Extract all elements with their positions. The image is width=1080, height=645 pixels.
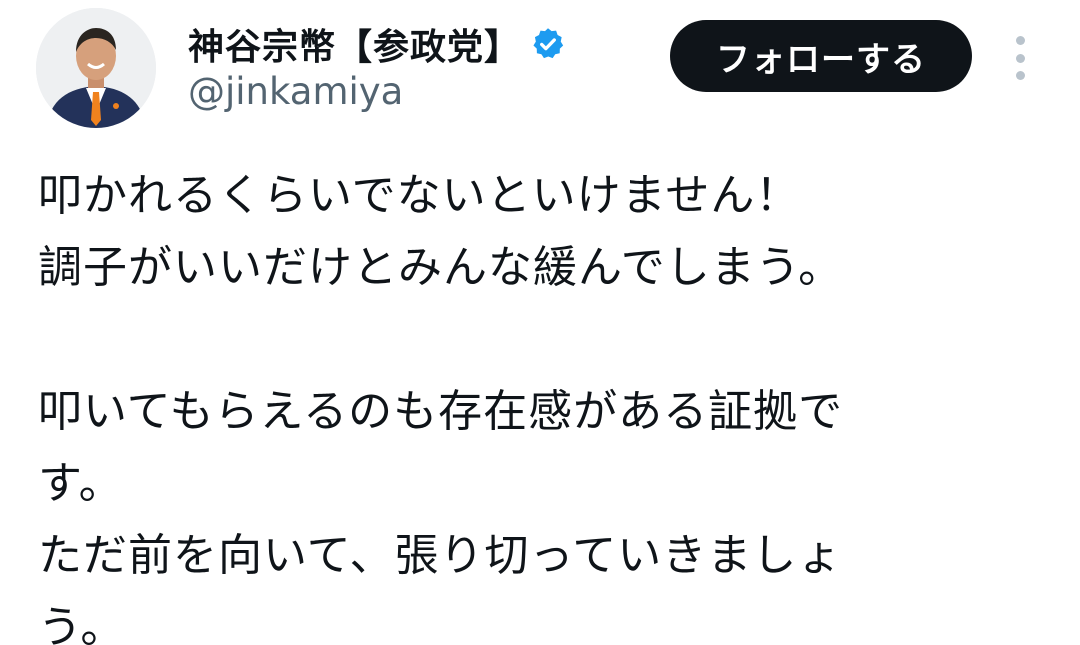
avatar[interactable]	[36, 8, 156, 128]
avatar-image	[36, 8, 156, 128]
user-handle[interactable]: @jinkamiya	[188, 70, 403, 113]
tweet-line: ただ前を向いて、張り切っていきましょ	[38, 530, 843, 581]
tweet-line: す。	[38, 458, 124, 509]
more-dot	[1015, 53, 1025, 63]
display-name[interactable]: 神谷宗幣【参政党】	[188, 18, 521, 70]
more-vertical-icon[interactable]	[1004, 36, 1036, 80]
tweet-line: う。	[38, 602, 126, 645]
more-dot	[1015, 36, 1025, 45]
follow-button[interactable]: フォローする	[670, 20, 972, 92]
tweet-text: 叩かれるくらいでないといけません！ 調子がいいだけとみんな緩んでしまう。 叩いて…	[38, 160, 1048, 645]
tweet-line: 叩いてもらえるのも存在感がある証拠で	[38, 386, 844, 437]
tweet-line: 叩かれるくらいでないといけません！	[38, 170, 801, 221]
verified-badge-icon	[529, 25, 567, 63]
tweet-card: 神谷宗幣【参政党】 @jinkamiya フォローする 叩かれるくらいでないとい…	[0, 0, 1080, 645]
tweet-line: 調子がいいだけとみんな緩んでしまう。	[38, 242, 844, 293]
more-dot	[1015, 71, 1025, 80]
author-name-row: 神谷宗幣【参政党】	[188, 16, 567, 72]
